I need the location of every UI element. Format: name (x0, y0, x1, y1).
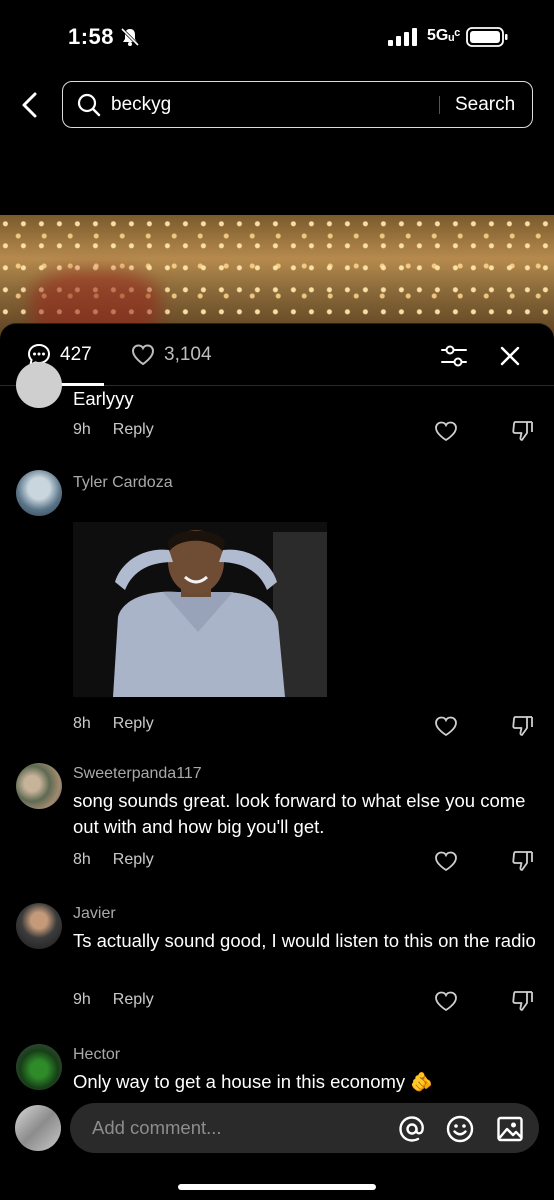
avatar[interactable] (16, 470, 62, 516)
search-divider (439, 96, 440, 114)
close-icon[interactable] (499, 345, 521, 367)
comment-input[interactable]: Add comment... (70, 1103, 539, 1153)
comment-text: Ts actually sound good, I would listen t… (73, 930, 536, 951)
heart-icon[interactable] (434, 715, 458, 737)
likes-count: 3,104 (164, 344, 212, 365)
thumbs-down-icon[interactable] (511, 714, 535, 738)
comments-count: 427 (60, 344, 92, 365)
status-bar: 1:58 5Gᵤᶜ (0, 0, 554, 75)
my-avatar[interactable] (15, 1105, 61, 1151)
comment-composer: Add comment... (0, 1100, 554, 1160)
heart-icon[interactable] (434, 420, 458, 442)
image-icon[interactable] (496, 1115, 524, 1143)
avatar[interactable] (16, 1044, 62, 1090)
comment-time: 9h (73, 991, 91, 1008)
chevron-left-icon[interactable] (16, 90, 44, 120)
comment-username[interactable]: Sweeterpanda117 (73, 765, 202, 783)
thumbs-down-icon[interactable] (511, 989, 535, 1013)
search-button[interactable]: Search (455, 94, 515, 116)
comment-time: 8h (73, 851, 91, 868)
comment-meta: 8h Reply (73, 851, 154, 869)
network-type: 5Gᵤᶜ (427, 27, 461, 44)
comment-text: song sounds great. look forward to what … (73, 790, 526, 837)
search-input[interactable]: beckyg Search (62, 81, 533, 128)
comment-row: Javier Ts actually sound good, I would l… (0, 901, 554, 1021)
reply-button[interactable]: Reply (113, 421, 154, 439)
avatar[interactable] (16, 362, 62, 408)
battery-icon (466, 27, 508, 47)
comment-username[interactable]: Javier (73, 905, 116, 923)
comment-username[interactable]: Tyler Cardoza (73, 474, 173, 492)
comments-sheet: 427 3,104 Earlyyy 9h Reply Tyler Cardoza… (0, 323, 554, 1200)
tab-likes[interactable]: 3,104 (130, 342, 212, 368)
at-sign-icon[interactable] (398, 1115, 426, 1143)
reply-button[interactable]: Reply (113, 991, 154, 1009)
reply-button[interactable]: Reply (113, 715, 154, 733)
comment-username[interactable]: Hector (73, 1046, 120, 1064)
comment-input-placeholder: Add comment... (92, 1117, 222, 1138)
comment-time: 8h (73, 715, 91, 732)
heart-icon[interactable] (434, 990, 458, 1012)
heart-icon (131, 344, 155, 366)
avatar[interactable] (16, 903, 62, 949)
smiley-icon[interactable] (446, 1115, 474, 1143)
home-indicator[interactable] (178, 1184, 376, 1190)
comment-time: 9h (73, 421, 91, 438)
comment-row: Tyler Cardoza 8h Reply (0, 470, 554, 740)
comment-text: Only way to get a house in this economy … (73, 1071, 434, 1092)
thumbs-down-icon[interactable] (511, 849, 535, 873)
comment-meta: 9h Reply (73, 991, 154, 1009)
thumbs-down-icon[interactable] (511, 419, 535, 443)
sheet-header: 427 3,104 (0, 324, 554, 386)
comment-meta: 9h Reply (73, 421, 154, 439)
avatar[interactable] (16, 763, 62, 809)
comment-meta: 8h Reply (73, 715, 154, 733)
reply-button[interactable]: Reply (113, 851, 154, 869)
video-preview[interactable] (0, 215, 554, 340)
comment-row: Earlyyy 9h Reply (0, 362, 554, 466)
sliders-icon[interactable] (440, 343, 468, 369)
heart-icon[interactable] (434, 850, 458, 872)
comment-text: Earlyyy (73, 388, 134, 409)
comment-row: Sweeterpanda117 song sounds great. look … (0, 761, 554, 881)
gif-image[interactable] (73, 522, 327, 697)
search-query[interactable]: beckyg (111, 94, 171, 116)
bell-muted-icon (120, 27, 140, 47)
status-time: 1:58 (68, 24, 115, 49)
search-icon (77, 93, 101, 117)
comment-row: Hector Only way to get a house in this e… (0, 1042, 554, 1102)
signal-icon (388, 28, 417, 46)
